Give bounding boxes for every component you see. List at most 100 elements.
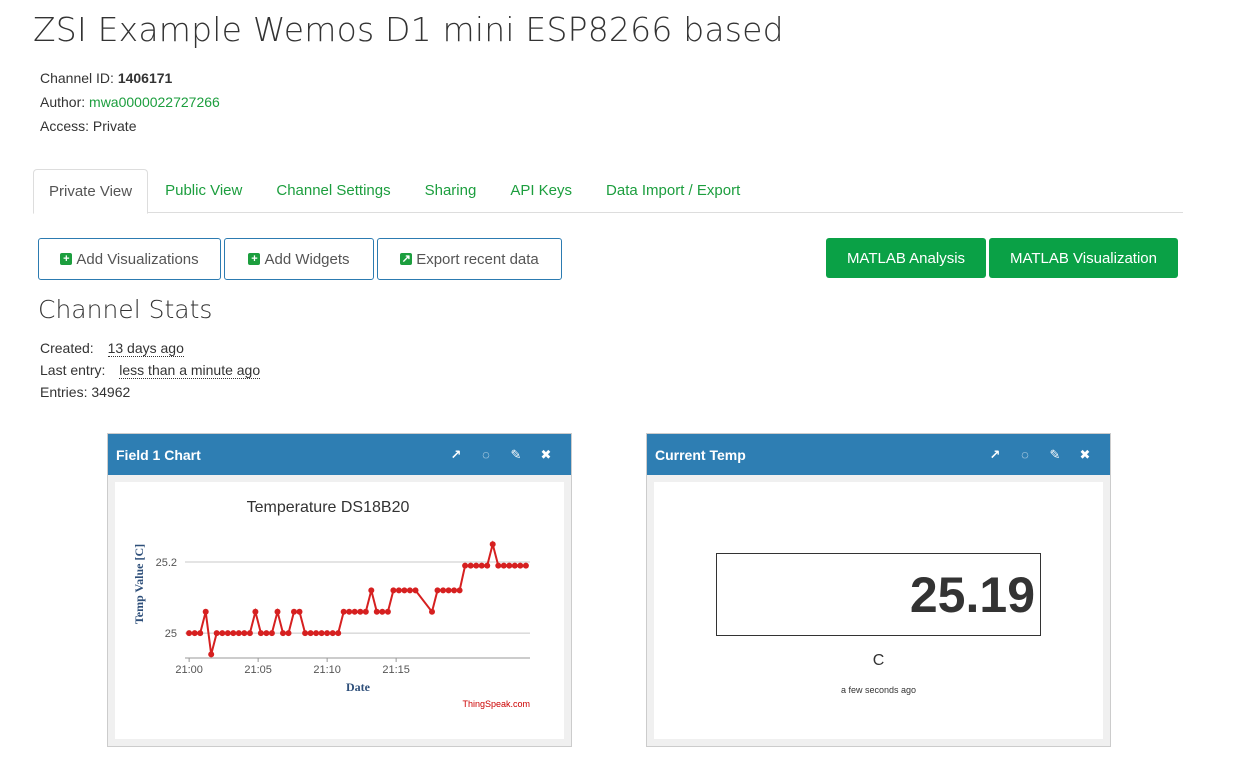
y-tick-label: 25.2	[156, 557, 177, 569]
data-point[interactable]	[406, 587, 413, 594]
data-point[interactable]	[495, 562, 502, 569]
data-point[interactable]	[224, 630, 231, 637]
pencil-icon[interactable]: ✎	[1048, 447, 1062, 462]
chart-credit[interactable]: ThingSpeak.com	[462, 699, 530, 709]
data-point[interactable]	[274, 608, 281, 615]
created-row: Created: 13 days ago	[40, 340, 184, 357]
data-point[interactable]	[235, 630, 242, 637]
data-point[interactable]	[318, 630, 325, 637]
data-point[interactable]	[440, 587, 447, 594]
data-point[interactable]	[280, 630, 286, 637]
data-point[interactable]	[434, 587, 441, 594]
data-point[interactable]	[462, 562, 469, 569]
data-point[interactable]	[451, 587, 458, 594]
widget-title: Field 1 Chart	[116, 446, 201, 463]
data-point[interactable]	[208, 651, 215, 658]
data-point[interactable]	[246, 630, 253, 637]
current-temp-value: 25.19	[716, 553, 1041, 636]
data-point[interactable]	[302, 630, 309, 637]
external-link-icon[interactable]: ↗	[449, 447, 463, 462]
data-point[interactable]	[186, 630, 193, 637]
data-point[interactable]	[500, 562, 507, 569]
data-point[interactable]	[484, 562, 491, 569]
data-point[interactable]	[522, 562, 529, 569]
data-point[interactable]	[506, 562, 513, 569]
data-point[interactable]	[373, 608, 380, 615]
matlab-analysis-button[interactable]: MATLAB Analysis	[826, 238, 986, 278]
widget-header: Field 1 Chart ↗ ◌ ✎ ✖	[108, 434, 571, 475]
data-point[interactable]	[489, 541, 496, 548]
last-entry-row: Last entry: less than a minute ago	[40, 362, 261, 379]
author-link[interactable]: mwa0000022727266	[89, 94, 220, 110]
data-point[interactable]	[362, 608, 369, 615]
data-point[interactable]	[401, 587, 408, 594]
data-point[interactable]	[412, 587, 419, 594]
x-tick-label: 21:15	[382, 664, 410, 676]
data-point[interactable]	[467, 562, 474, 569]
tab-sharing[interactable]: Sharing	[408, 169, 494, 213]
data-point[interactable]	[197, 630, 204, 637]
data-point[interactable]	[191, 630, 198, 637]
data-point[interactable]	[285, 630, 292, 637]
channel-tabs: Private View Public View Channel Setting…	[33, 169, 1183, 214]
tab-private-view[interactable]: Private View	[33, 169, 149, 214]
data-point[interactable]	[346, 608, 353, 615]
external-link-icon[interactable]: ↗	[988, 447, 1002, 462]
data-point[interactable]	[263, 630, 270, 637]
tab-data-import-export[interactable]: Data Import / Export	[589, 169, 757, 213]
data-point[interactable]	[307, 630, 314, 637]
data-point[interactable]	[357, 608, 364, 615]
data-point[interactable]	[329, 630, 336, 637]
data-point[interactable]	[324, 630, 331, 637]
export-recent-data-button[interactable]: ↗ Export recent data	[377, 238, 562, 280]
pencil-icon[interactable]: ✎	[509, 447, 523, 462]
data-point[interactable]	[395, 587, 402, 594]
close-icon[interactable]: ✖	[1078, 447, 1092, 462]
data-point[interactable]	[213, 630, 220, 637]
field1-chart-widget: Field 1 Chart ↗ ◌ ✎ ✖ Temperature DS18B2…	[107, 433, 572, 747]
close-icon[interactable]: ✖	[539, 447, 553, 462]
data-point[interactable]	[252, 608, 259, 615]
current-temp-unit: C	[872, 652, 885, 669]
data-point[interactable]	[291, 608, 297, 615]
data-point[interactable]	[241, 630, 248, 637]
data-point[interactable]	[511, 562, 518, 569]
data-point[interactable]	[390, 587, 397, 594]
data-point[interactable]	[478, 562, 485, 569]
data-point[interactable]	[351, 608, 358, 615]
data-point[interactable]	[340, 608, 347, 615]
matlab-visualization-button[interactable]: MATLAB Visualization	[989, 238, 1178, 278]
data-point[interactable]	[429, 608, 435, 615]
current-temp-updated: a few seconds ago	[840, 685, 917, 695]
tab-public-view[interactable]: Public View	[148, 169, 259, 213]
tab-channel-settings[interactable]: Channel Settings	[259, 169, 407, 213]
data-point[interactable]	[257, 630, 264, 637]
data-point[interactable]	[384, 608, 391, 615]
data-point[interactable]	[268, 630, 275, 637]
data-point[interactable]	[202, 608, 209, 615]
x-tick-label: 21:10	[313, 664, 341, 676]
data-point[interactable]	[313, 630, 320, 637]
access-row: Access: Private	[40, 118, 137, 134]
data-point[interactable]	[368, 587, 375, 594]
data-point[interactable]	[219, 630, 226, 637]
data-point[interactable]	[335, 630, 342, 637]
channel-id-row: Channel ID: 1406171	[40, 70, 173, 86]
y-axis-label: Temp Value [C]	[132, 544, 146, 624]
current-temp-widget: Current Temp ↗ ◌ ✎ ✖ 25.19 C a few secon…	[646, 433, 1111, 747]
channel-meta: Channel ID: 1406171 Author: mwa000002272…	[40, 66, 220, 138]
data-point[interactable]	[296, 608, 303, 615]
comment-icon[interactable]: ◌	[479, 447, 493, 462]
tab-api-keys[interactable]: API Keys	[493, 169, 589, 213]
comment-icon[interactable]: ◌	[1018, 447, 1032, 462]
data-point[interactable]	[456, 587, 463, 594]
data-point[interactable]	[230, 630, 237, 637]
add-widgets-button[interactable]: + Add Widgets	[224, 238, 374, 280]
x-axis-label: Date	[346, 680, 371, 694]
data-point[interactable]	[473, 562, 480, 569]
data-point[interactable]	[517, 562, 524, 569]
temperature-chart: Temperature DS18B20 Temp Value [C] Date …	[132, 499, 530, 709]
data-point[interactable]	[445, 587, 452, 594]
data-point[interactable]	[379, 608, 386, 615]
add-visualizations-button[interactable]: + Add Visualizations	[38, 238, 221, 280]
